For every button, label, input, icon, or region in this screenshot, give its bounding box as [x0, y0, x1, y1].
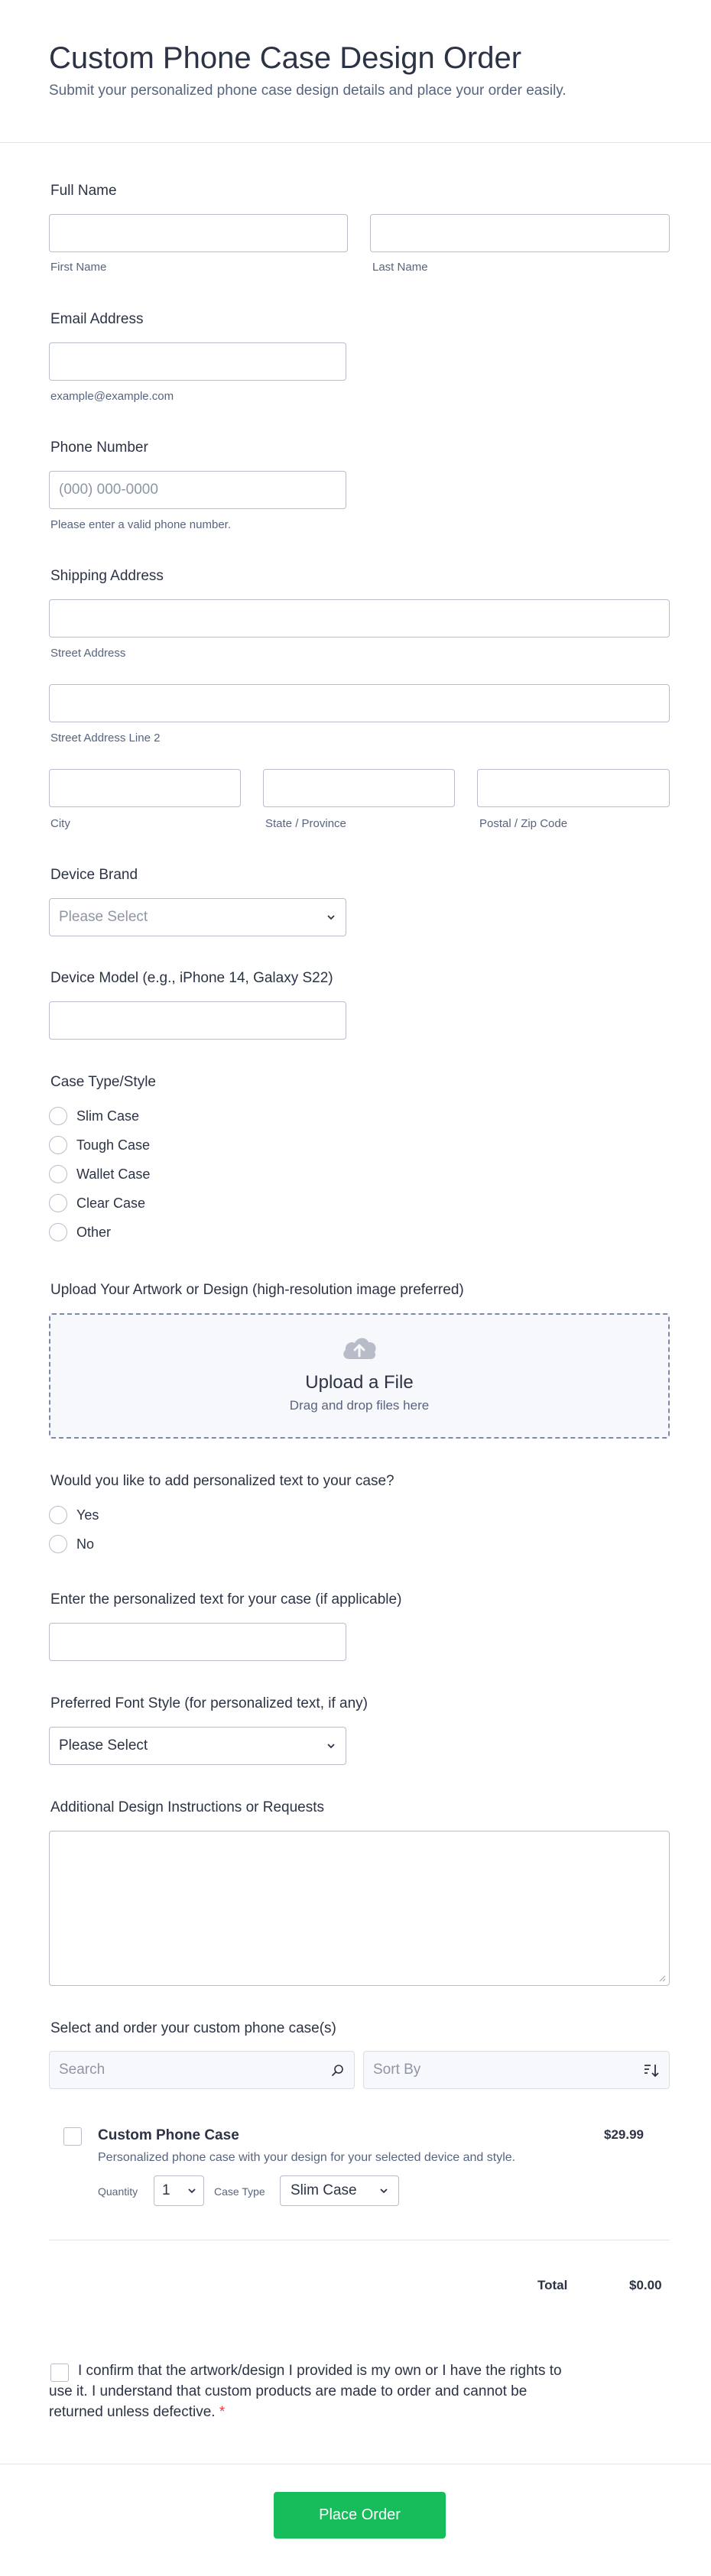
case-type-option-clear[interactable]: Clear Case: [49, 1192, 150, 1215]
device-brand-label: Device Brand: [50, 867, 138, 883]
email-input[interactable]: [49, 342, 346, 381]
form-title: Custom Phone Case Design Order: [49, 41, 522, 75]
case-type-option-slim[interactable]: Slim Case: [49, 1105, 150, 1127]
quantity-label: Quantity: [98, 2185, 138, 2198]
case-type-option-label: Wallet Case: [76, 1166, 151, 1182]
quantity-select[interactable]: 1: [154, 2175, 204, 2206]
personalized-option-yes[interactable]: Yes: [49, 1504, 99, 1526]
shipping-address-label: Shipping Address: [50, 568, 164, 584]
upload-subtitle: Drag and drop files here: [289, 1398, 430, 1413]
product-case-type-value: Slim Case: [291, 2182, 357, 2198]
radio-button[interactable]: [49, 1165, 67, 1183]
radio-button[interactable]: [49, 1506, 67, 1524]
case-type-select-label: Case Type: [214, 2185, 265, 2198]
personalized-text-input[interactable]: [49, 1623, 346, 1661]
radio-button[interactable]: [49, 1194, 67, 1212]
consent-text: I confirm that the artwork/design I prov…: [49, 2360, 584, 2422]
file-upload-dropzone[interactable]: Upload a File Drag and drop files here: [49, 1313, 670, 1439]
phone-sublabel: Please enter a valid phone number.: [50, 518, 231, 531]
form-footer: Place Order: [0, 2464, 711, 2576]
street-address-2-sublabel: Street Address Line 2: [50, 732, 161, 745]
case-type-option-wallet[interactable]: Wallet Case: [49, 1163, 150, 1186]
personalized-text-options: Yes No: [49, 1504, 99, 1556]
font-style-selected: Please Select: [59, 1737, 148, 1754]
product-sort-select[interactable]: Sort By: [363, 2051, 670, 2089]
font-style-select[interactable]: Please Select: [49, 1727, 346, 1765]
form-header: Custom Phone Case Design Order Submit yo…: [0, 0, 711, 143]
product-select-checkbox[interactable]: [63, 2127, 82, 2146]
case-type-options: Slim Case Tough Case Wallet Case Clear C…: [49, 1105, 150, 1244]
device-model-input[interactable]: [49, 1001, 346, 1040]
last-name-input[interactable]: [370, 214, 670, 252]
radio-button[interactable]: [49, 1136, 67, 1154]
personalized-text-label: Enter the personalized text for your cas…: [50, 1591, 402, 1608]
sort-icon: [644, 2065, 659, 2078]
total-value: $0.00: [629, 2278, 662, 2292]
personalized-option-label: Yes: [76, 1507, 99, 1523]
phone-input[interactable]: (000) 000-0000: [49, 471, 346, 509]
order-form: Full Name First Name Last Name Email Add…: [0, 143, 711, 2575]
chevron-down-icon: [188, 2188, 196, 2194]
first-name-input[interactable]: [49, 214, 348, 252]
email-sublabel: example@example.com: [50, 390, 174, 403]
upload-label: Upload Your Artwork or Design (high-reso…: [50, 1282, 464, 1298]
street-address-sublabel: Street Address: [50, 647, 126, 660]
product-sort-placeholder: Sort By: [373, 2062, 421, 2078]
cloud-upload-icon: [343, 1338, 376, 1359]
phone-label: Phone Number: [50, 440, 148, 456]
zip-sublabel: Postal / Zip Code: [479, 817, 568, 830]
chevron-down-icon: [380, 2188, 388, 2194]
personalized-option-label: No: [76, 1536, 95, 1552]
product-case-type-select[interactable]: Slim Case: [280, 2175, 399, 2206]
street-address-input[interactable]: [49, 599, 670, 638]
font-style-label: Preferred Font Style (for personalized t…: [50, 1695, 368, 1711]
case-type-option-label: Slim Case: [76, 1108, 140, 1124]
phone-placeholder: (000) 000-0000: [59, 482, 158, 498]
case-type-option-label: Tough Case: [76, 1137, 151, 1153]
product-name: Custom Phone Case: [98, 2127, 239, 2143]
state-input[interactable]: [263, 769, 455, 807]
radio-button[interactable]: [49, 1535, 67, 1553]
instructions-label: Additional Design Instructions or Reques…: [50, 1799, 325, 1815]
personalized-text-question-label: Would you like to add personalized text …: [50, 1473, 394, 1489]
zip-input[interactable]: [477, 769, 670, 807]
consent-text-content: I confirm that the artwork/design I prov…: [49, 2363, 562, 2420]
device-brand-placeholder: Please Select: [59, 909, 148, 925]
email-label: Email Address: [50, 311, 144, 327]
city-input[interactable]: [49, 769, 241, 807]
required-mark: *: [219, 2404, 226, 2420]
chevron-down-icon: [327, 1744, 335, 1749]
device-model-label: Device Model (e.g., iPhone 14, Galaxy S2…: [50, 970, 333, 986]
products-label: Select and order your custom phone case(…: [50, 2020, 336, 2036]
case-type-label: Case Type/Style: [50, 1074, 157, 1090]
city-sublabel: City: [50, 817, 70, 830]
last-name-sublabel: Last Name: [372, 261, 428, 274]
product-search-input[interactable]: Search: [49, 2051, 355, 2089]
first-name-sublabel: First Name: [50, 261, 107, 274]
radio-button[interactable]: [49, 1223, 67, 1241]
state-sublabel: State / Province: [265, 817, 346, 830]
product-description: Personalized phone case with your design…: [98, 2151, 516, 2164]
street-address-2-input[interactable]: [49, 684, 670, 722]
place-order-button[interactable]: Place Order: [274, 2492, 446, 2539]
resize-handle-icon[interactable]: [658, 1974, 666, 1982]
upload-title: Upload a File: [305, 1372, 414, 1393]
radio-button[interactable]: [49, 1107, 67, 1125]
personalized-option-no[interactable]: No: [49, 1533, 99, 1556]
product-price: $29.99: [604, 2127, 644, 2142]
form-subtitle: Submit your personalized phone case desi…: [49, 83, 567, 99]
instructions-textarea[interactable]: [49, 1831, 670, 1986]
case-type-option-label: Clear Case: [76, 1195, 146, 1211]
case-type-option-label: Other: [76, 1224, 112, 1240]
total-label: Total: [537, 2278, 568, 2292]
search-icon: [332, 2065, 343, 2076]
case-type-option-tough[interactable]: Tough Case: [49, 1134, 150, 1157]
product-search-placeholder: Search: [59, 2062, 106, 2078]
device-brand-select[interactable]: Please Select: [49, 898, 346, 936]
case-type-option-other[interactable]: Other: [49, 1221, 150, 1244]
full-name-label: Full Name: [50, 183, 117, 199]
quantity-value: 1: [162, 2182, 170, 2198]
chevron-down-icon: [327, 915, 335, 920]
